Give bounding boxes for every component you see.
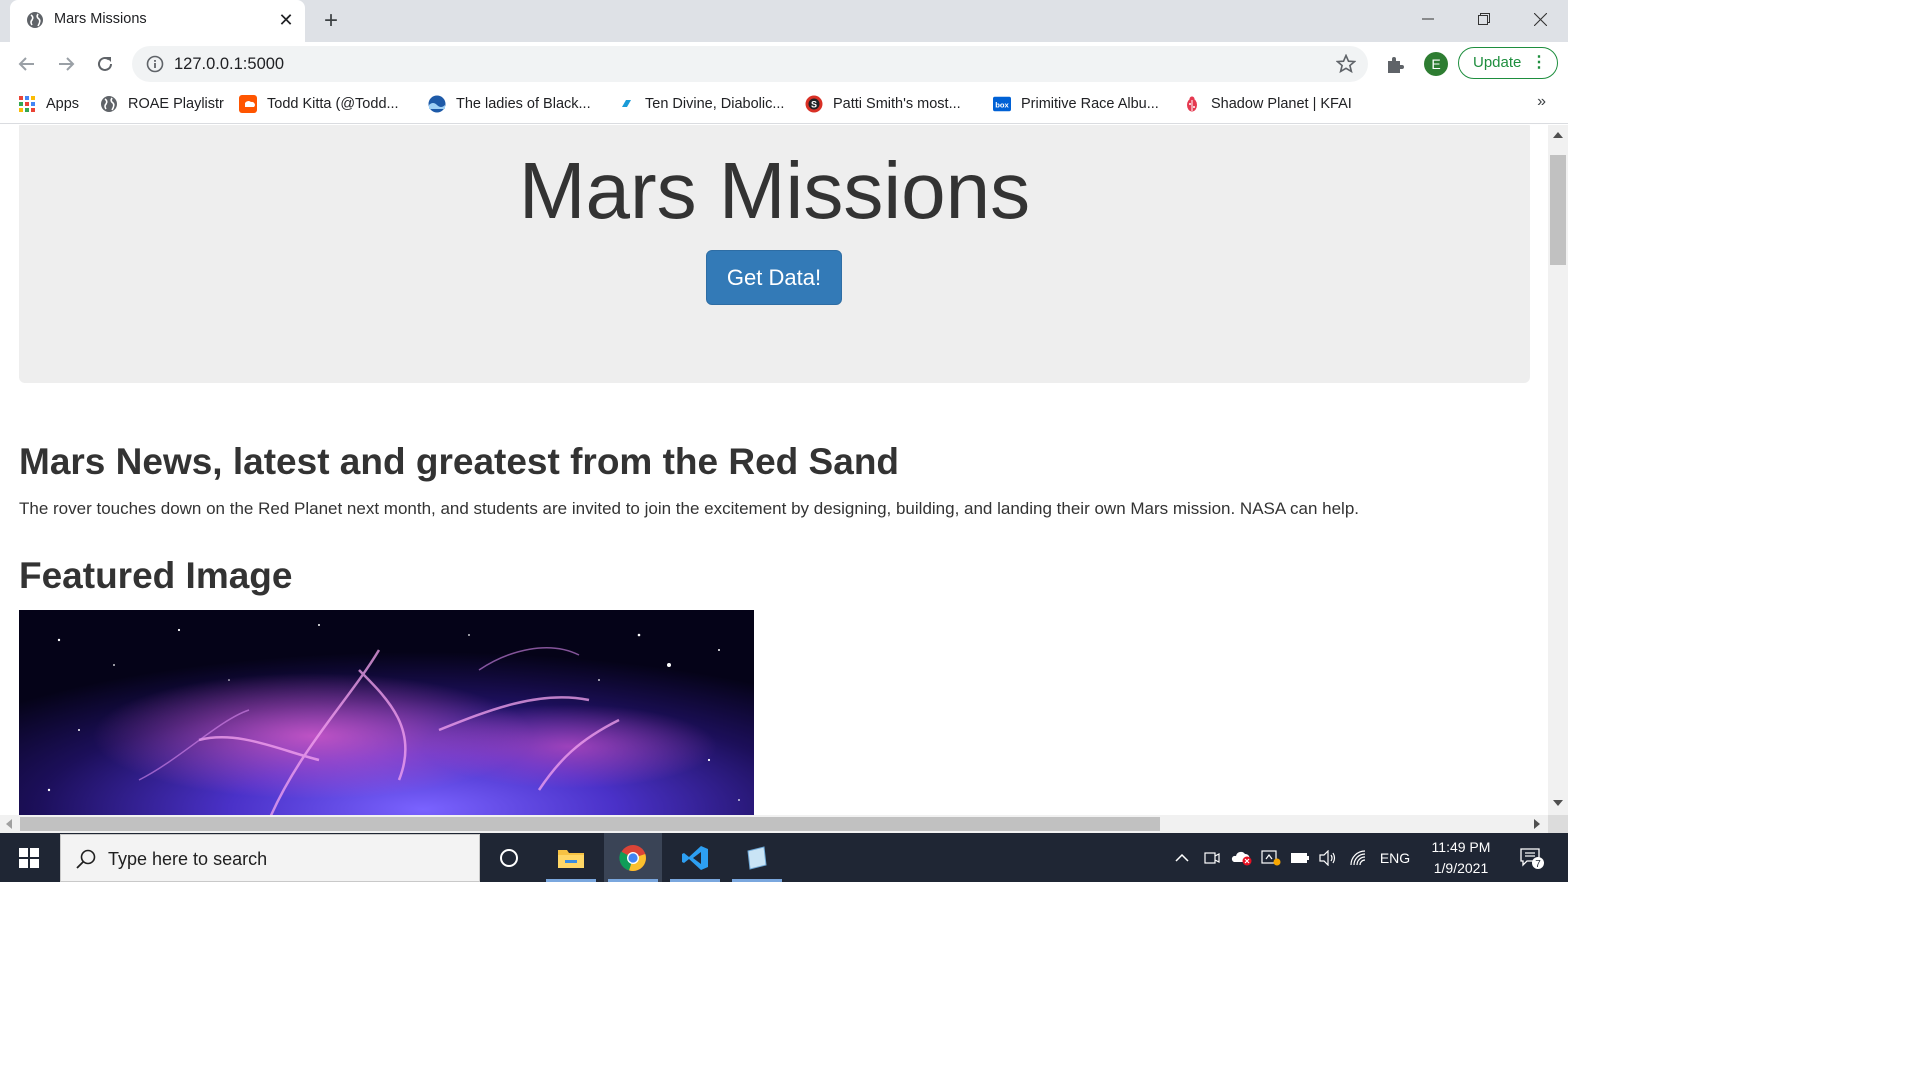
bookmark-star-icon[interactable] xyxy=(1336,54,1356,74)
apps-grid-icon xyxy=(19,96,35,112)
notepad-icon[interactable] xyxy=(728,833,786,882)
clock[interactable]: 11:49 PM 1/9/2021 xyxy=(1415,837,1507,879)
taskbar-running-indicator xyxy=(670,879,720,882)
horizontal-scroll-thumb[interactable] xyxy=(20,817,1160,831)
news-paragraph: The rover touches down on the Red Planet… xyxy=(19,499,1360,518)
bookmark-label: Apps xyxy=(46,96,80,112)
bookmark-label: Todd Kitta (@Todd... xyxy=(267,96,399,112)
url-text[interactable]: 127.0.0.1:5000 xyxy=(174,55,284,74)
vscode-icon[interactable] xyxy=(666,833,724,882)
scrollbar-corner xyxy=(1548,815,1568,833)
search-placeholder: Type here to search xyxy=(108,849,268,869)
bookmark-shadow-planet[interactable]: Shadow Planet | KFAI xyxy=(1183,93,1352,115)
forward-arrow-icon[interactable] xyxy=(53,51,79,77)
minimize-icon[interactable] xyxy=(1400,0,1456,38)
s-circle-icon: S xyxy=(805,95,823,113)
close-window-icon[interactable] xyxy=(1512,0,1568,38)
meet-now-icon[interactable] xyxy=(1200,833,1224,882)
info-icon[interactable] xyxy=(146,55,164,73)
clock-time: 11:49 PM xyxy=(1431,839,1491,855)
update-button[interactable]: Update ⋮ xyxy=(1458,47,1558,79)
notification-count: 7 xyxy=(1535,859,1541,870)
bookmark-apps[interactable]: Apps xyxy=(18,93,79,115)
tab-title: Mars Missions xyxy=(54,11,147,27)
address-bar[interactable]: 127.0.0.1:5000 xyxy=(132,46,1368,82)
restore-icon[interactable] xyxy=(1456,0,1512,38)
battery-icon[interactable] xyxy=(1288,833,1312,882)
globe-icon xyxy=(27,12,43,28)
bookmark-label: Primitive Race Albu... xyxy=(1021,96,1159,112)
bookmark-ten-divine[interactable]: Ten Divine, Diabolic... xyxy=(617,93,784,115)
close-tab-icon[interactable]: ✕ xyxy=(276,10,296,30)
reload-icon[interactable] xyxy=(92,51,118,77)
update-label: Update xyxy=(1473,54,1522,71)
taskbar-search[interactable]: Type here to search xyxy=(60,834,480,882)
scroll-right-arrow-icon[interactable] xyxy=(1534,819,1540,829)
bookmark-todd-kitta[interactable]: Todd Kitta (@Todd... xyxy=(239,93,399,115)
volume-icon[interactable] xyxy=(1316,833,1340,882)
scroll-down-arrow-icon[interactable] xyxy=(1553,800,1563,806)
featured-image[interactable] xyxy=(19,610,754,815)
clock-date: 1/9/2021 xyxy=(1433,860,1489,876)
browser-toolbar: 127.0.0.1:5000 E Update ⋮ xyxy=(0,42,1568,84)
soundcloud-icon xyxy=(239,95,257,113)
bookmark-primitive-race[interactable]: box Primitive Race Albu... xyxy=(993,93,1159,115)
jumbotron: Mars Missions Get Data! xyxy=(19,125,1530,383)
onedrive-error-icon[interactable] xyxy=(1228,833,1254,882)
wave-icon xyxy=(428,95,446,113)
news-title: Mars News, latest and greatest from the … xyxy=(19,441,900,482)
bookmark-label: ROAE Playlistr xyxy=(128,96,224,112)
vertical-scrollbar[interactable] xyxy=(1548,125,1568,815)
taskbar-running-indicator xyxy=(546,879,596,882)
cortana-icon[interactable] xyxy=(480,833,538,882)
tab-mars-missions[interactable]: Mars Missions ✕ xyxy=(10,0,305,42)
scroll-up-arrow-icon[interactable] xyxy=(1553,132,1563,138)
language-indicator[interactable]: ENG xyxy=(1376,833,1414,882)
blue-flag-icon xyxy=(622,100,631,107)
bookmark-patti-smith[interactable]: S Patti Smith's most... xyxy=(805,93,961,115)
bookmark-label: Shadow Planet | KFAI xyxy=(1211,96,1352,112)
bookmark-label: Patti Smith's most... xyxy=(833,96,961,112)
bookmarks-bar: Apps ROAE Playlistr Todd Kitta (@Todd...… xyxy=(0,84,1568,124)
back-arrow-icon[interactable] xyxy=(14,51,40,77)
page-viewport: Mars Missions Get Data! Mars News, lates… xyxy=(0,125,1548,815)
svg-text:S: S xyxy=(811,100,817,110)
taskbar-running-indicator xyxy=(608,879,658,882)
menu-dots-icon: ⋮ xyxy=(1531,54,1547,71)
search-icon xyxy=(76,849,96,869)
horizontal-scrollbar[interactable] xyxy=(0,815,1548,833)
start-button[interactable] xyxy=(0,833,58,882)
svg-text:box: box xyxy=(995,101,1009,110)
extensions-puzzle-icon[interactable] xyxy=(1385,53,1407,75)
chrome-icon[interactable] xyxy=(604,833,662,882)
show-hidden-icons-chevron-icon[interactable] xyxy=(1170,833,1194,882)
page-title: Mars Missions xyxy=(518,146,1031,235)
vertical-scroll-thumb[interactable] xyxy=(1550,155,1566,265)
wifi-icon[interactable] xyxy=(1346,833,1372,882)
bookmark-ladies-of-black[interactable]: The ladies of Black... xyxy=(428,93,591,115)
profile-avatar[interactable]: E xyxy=(1424,52,1448,76)
new-tab-icon[interactable]: + xyxy=(318,8,344,34)
bookmark-label: The ladies of Black... xyxy=(456,96,591,112)
globe-icon xyxy=(101,96,117,112)
taskbar-running-indicator xyxy=(732,879,782,882)
featured-image-title: Featured Image xyxy=(19,555,293,596)
action-center-icon[interactable]: 7 xyxy=(1512,833,1552,882)
scroll-left-arrow-icon[interactable] xyxy=(6,819,12,829)
bookmark-label: Ten Divine, Diabolic... xyxy=(645,96,785,112)
bookmark-roae-playlistr[interactable]: ROAE Playlistr xyxy=(100,93,224,115)
box-icon: box xyxy=(993,96,1011,112)
windows-logo-icon xyxy=(19,847,39,868)
file-explorer-icon[interactable] xyxy=(542,833,600,882)
bug-icon xyxy=(1187,96,1197,112)
update-notification-icon[interactable] xyxy=(1258,833,1284,882)
tab-strip: Mars Missions ✕ + xyxy=(0,0,1568,42)
taskbar: Type here to search ENG 11:49 PM 1/9/202… xyxy=(0,833,1568,882)
get-data-button[interactable]: Get Data! xyxy=(706,250,842,305)
bookmarks-overflow-icon[interactable]: » xyxy=(1537,93,1546,111)
